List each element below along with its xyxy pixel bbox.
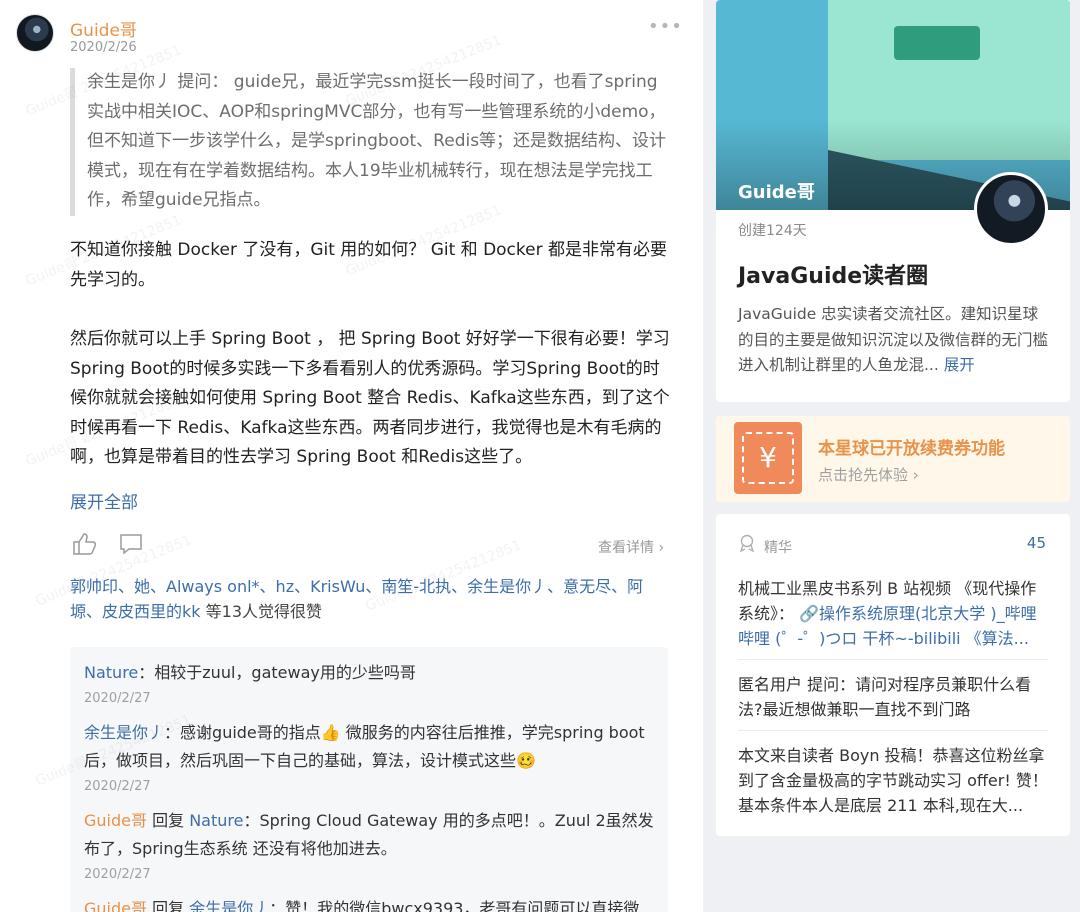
reply-target[interactable]: Nature	[189, 811, 243, 830]
comment-item: Guide哥 回复 Nature：Spring Cloud Gateway 用的…	[84, 807, 654, 885]
coupon-card[interactable]: ¥ 本星球已开放续费券功能 点击抢先体验 ›	[716, 416, 1070, 502]
circle-title: JavaGuide读者圈	[738, 264, 929, 289]
coupon-ticket-icon: ¥	[734, 422, 802, 494]
featured-header: 精华	[738, 534, 792, 557]
comment-author[interactable]: Guide哥	[84, 899, 147, 912]
view-detail-link[interactable]: 查看详情 ›	[598, 537, 664, 557]
yen-symbol: ¥	[742, 432, 794, 484]
comment-item: Nature：相较于zuul，gateway用的少些吗哥 2020/2/27	[84, 659, 654, 709]
created-days: 创建124天	[738, 223, 807, 239]
comment-sep: 回复	[147, 899, 190, 912]
comment-author[interactable]: 余生是你丿	[84, 723, 164, 742]
question-quote: 余生是你丿 提问： guide兄，最近学完ssm挺长一段时间了，也看了sprin…	[70, 68, 670, 216]
more-dots-icon[interactable]: •••	[648, 16, 683, 37]
comment-icon[interactable]	[119, 532, 143, 560]
expand-all-link[interactable]: 展开全部	[70, 488, 138, 513]
comment-text: 相较于zuul，gateway用的少些吗哥	[154, 663, 416, 682]
coupon-title: 本星球已开放续费券功能	[818, 439, 1005, 459]
circle-expand-link[interactable]: 展开	[944, 356, 975, 374]
answer-paragraph-2: 然后你就可以上手 Spring Boot ， 把 Spring Boot 好好学…	[70, 329, 670, 467]
featured-list: 机械工业黑皮书系列 B 站视频 《现代操作系统》： 🔗操作系统原理(北京大学 )…	[738, 572, 1048, 834]
featured-count[interactable]: 45	[1027, 534, 1046, 552]
featured-label: 精华	[764, 540, 792, 556]
featured-item[interactable]: 匿名用户 提问：请问对程序员兼职什么看法?最近想做兼职一直找不到门路	[738, 668, 1048, 731]
circle-desc-text: JavaGuide 忠实读者交流社区。建知识星球的目的主要是做知识沉淀以及微信群…	[738, 305, 1049, 374]
quote-text: 余生是你丿 提问： guide兄，最近学完ssm挺长一段时间了，也看了sprin…	[87, 72, 667, 210]
comment-sep: ：	[164, 723, 181, 742]
post-author[interactable]: Guide哥	[70, 16, 137, 41]
coupon-try-link[interactable]: 点击抢先体验 ›	[818, 464, 919, 485]
comment-date: 2020/2/27	[84, 867, 151, 882]
likers-count-text: 等13人觉得很赞	[200, 602, 322, 621]
comment-date: 2020/2/27	[84, 779, 151, 794]
featured-item-text: 本文来自读者 Boyn 投稿！恭喜这位粉丝拿到了含金量极高的字节跳动实习 off…	[738, 746, 1048, 815]
post-card: Guide哥 2020/2/26 ••• 余生是你丿 提问： guide兄，最近…	[0, 0, 703, 912]
thumbs-up-icon[interactable]	[72, 532, 98, 560]
featured-card: 精华 45 机械工业黑皮书系列 B 站视频 《现代操作系统》： 🔗操作系统原理(…	[716, 514, 1070, 836]
comment-author[interactable]: Nature	[84, 663, 138, 682]
author-avatar[interactable]	[16, 14, 54, 52]
liker-names[interactable]: 郭帅印、她、Always onl*、hz、KrisWu、南笙-北执、余生是你丿、…	[70, 577, 643, 621]
featured-badge-icon	[738, 534, 756, 556]
comments-section: Nature：相较于zuul，gateway用的少些吗哥 2020/2/27 余…	[70, 647, 668, 912]
answer-paragraph-1: 不知道你接触 Docker 了没有，Git 用的如何？ Git 和 Docker…	[70, 240, 667, 290]
comment-date: 2020/2/27	[84, 691, 151, 706]
comment-author[interactable]: Guide哥	[84, 811, 147, 830]
comment-text: ：赞！我的微信bwcx9393，老哥有问题可以直接微	[269, 899, 640, 912]
likers-list: 郭帅印、她、Always onl*、hz、KrisWu、南笙-北执、余生是你丿、…	[70, 574, 670, 624]
featured-item-text: 匿名用户 提问：请问对程序员兼职什么看法?最近想做兼职一直找不到门路	[738, 675, 1032, 719]
banner-owner-name: Guide哥	[738, 182, 815, 203]
reply-target[interactable]: 余生是你丿	[189, 899, 269, 912]
circle-info-card: Guide哥 创建124天 JavaGuide读者圈 JavaGuide 忠实读…	[716, 0, 1070, 402]
post-date: 2020/2/26	[70, 40, 137, 55]
comment-sep: 回复	[147, 811, 190, 830]
comment-sep: ：	[138, 663, 155, 682]
featured-item[interactable]: 本文来自读者 Boyn 投稿！恭喜这位粉丝拿到了含金量极高的字节跳动实习 off…	[738, 739, 1048, 826]
featured-item[interactable]: 机械工业黑皮书系列 B 站视频 《现代操作系统》： 🔗操作系统原理(北京大学 )…	[738, 572, 1048, 660]
owner-avatar[interactable]	[974, 172, 1048, 246]
comment-item: 余生是你丿：感谢guide哥的指点👍 微服务的内容往后推推，学完spring b…	[84, 719, 654, 797]
comment-item: Guide哥 回复 余生是你丿：赞！我的微信bwcx9393，老哥有问题可以直接…	[84, 895, 654, 912]
circle-description: JavaGuide 忠实读者交流社区。建知识星球的目的主要是做知识沉淀以及微信群…	[738, 302, 1050, 379]
